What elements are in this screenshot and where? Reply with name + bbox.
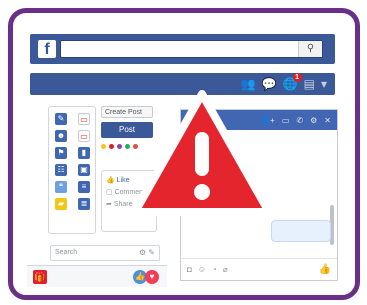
search-input[interactable]: ⚲ <box>60 40 323 58</box>
dropdown-arrow-icon[interactable]: ▾ <box>321 76 327 92</box>
sticker-icon[interactable]: ◔ <box>212 265 217 274</box>
menu-icon[interactable]: ▤ <box>304 76 315 92</box>
chat-search-placeholder: Search <box>55 249 78 256</box>
top-header-bar: f ⚲ <box>30 34 335 64</box>
warning-icon <box>131 90 273 216</box>
photos-icon[interactable]: ▣ <box>78 164 90 176</box>
chat-bubbles-icon[interactable]: ❝ <box>55 181 67 193</box>
notification-badge: 1 <box>292 73 302 82</box>
love-reaction-icon[interactable]: ♥ <box>145 270 159 284</box>
people-icon[interactable]: ☻ <box>55 130 67 142</box>
facebook-logo[interactable]: f <box>38 40 56 58</box>
attach-icon[interactable]: ⌀ <box>223 265 228 274</box>
chat-footer: ◘ ☺ ◔ ⌀ 👍 <box>181 258 337 280</box>
group-icon[interactable]: ☷ <box>55 164 67 176</box>
like-label: Like <box>116 177 130 184</box>
close-icon[interactable]: ✕ <box>324 116 331 125</box>
page-icon[interactable]: ▮ <box>78 147 90 159</box>
purple-dot[interactable] <box>117 144 122 149</box>
thumbs-up-icon: 👍 <box>106 177 115 184</box>
event-icon[interactable]: ▭ <box>78 130 90 142</box>
settings-icon[interactable]: ⚙ <box>310 116 317 125</box>
share-arrow-icon: ➦ <box>106 201 112 208</box>
send-like-icon[interactable]: 👍 <box>319 264 331 275</box>
list-icon[interactable]: ≡ <box>78 181 90 193</box>
edit-icon[interactable]: ✎ <box>55 113 67 125</box>
chat-search-input[interactable]: Search ⚙ ✎ <box>50 245 160 261</box>
emoji-icon[interactable]: ☺ <box>198 265 206 274</box>
gift-icon[interactable]: 🎁 <box>33 270 47 284</box>
comment-icon: ▢ <box>106 189 113 196</box>
message-bubble <box>271 220 331 242</box>
search-icon[interactable]: ⚲ <box>298 41 322 57</box>
folder-icon[interactable]: ▰ <box>55 198 67 210</box>
camera-icon[interactable]: ◘ <box>187 265 192 274</box>
chat-options-icon[interactable]: ⚙ ✎ <box>139 246 155 260</box>
apps-panel: ✎ ▭ ☻ ▭ ⚑ ▮ ☷ ▣ ❝ ≡ ▰ ≣ <box>48 106 96 234</box>
bottom-bar: 🎁 👍 ♥ <box>27 265 167 287</box>
video-icon[interactable]: ▭ <box>282 116 290 125</box>
documents-icon[interactable]: ≣ <box>78 198 90 210</box>
flag-icon[interactable]: ⚑ <box>55 147 67 159</box>
phone-icon[interactable]: ✆ <box>296 116 303 125</box>
red-dot[interactable] <box>109 144 114 149</box>
globe-notifications-icon[interactable]: 🌐 1 <box>283 73 302 92</box>
yellow-dot[interactable] <box>101 144 106 149</box>
calendar-icon[interactable]: ▭ <box>78 113 90 125</box>
